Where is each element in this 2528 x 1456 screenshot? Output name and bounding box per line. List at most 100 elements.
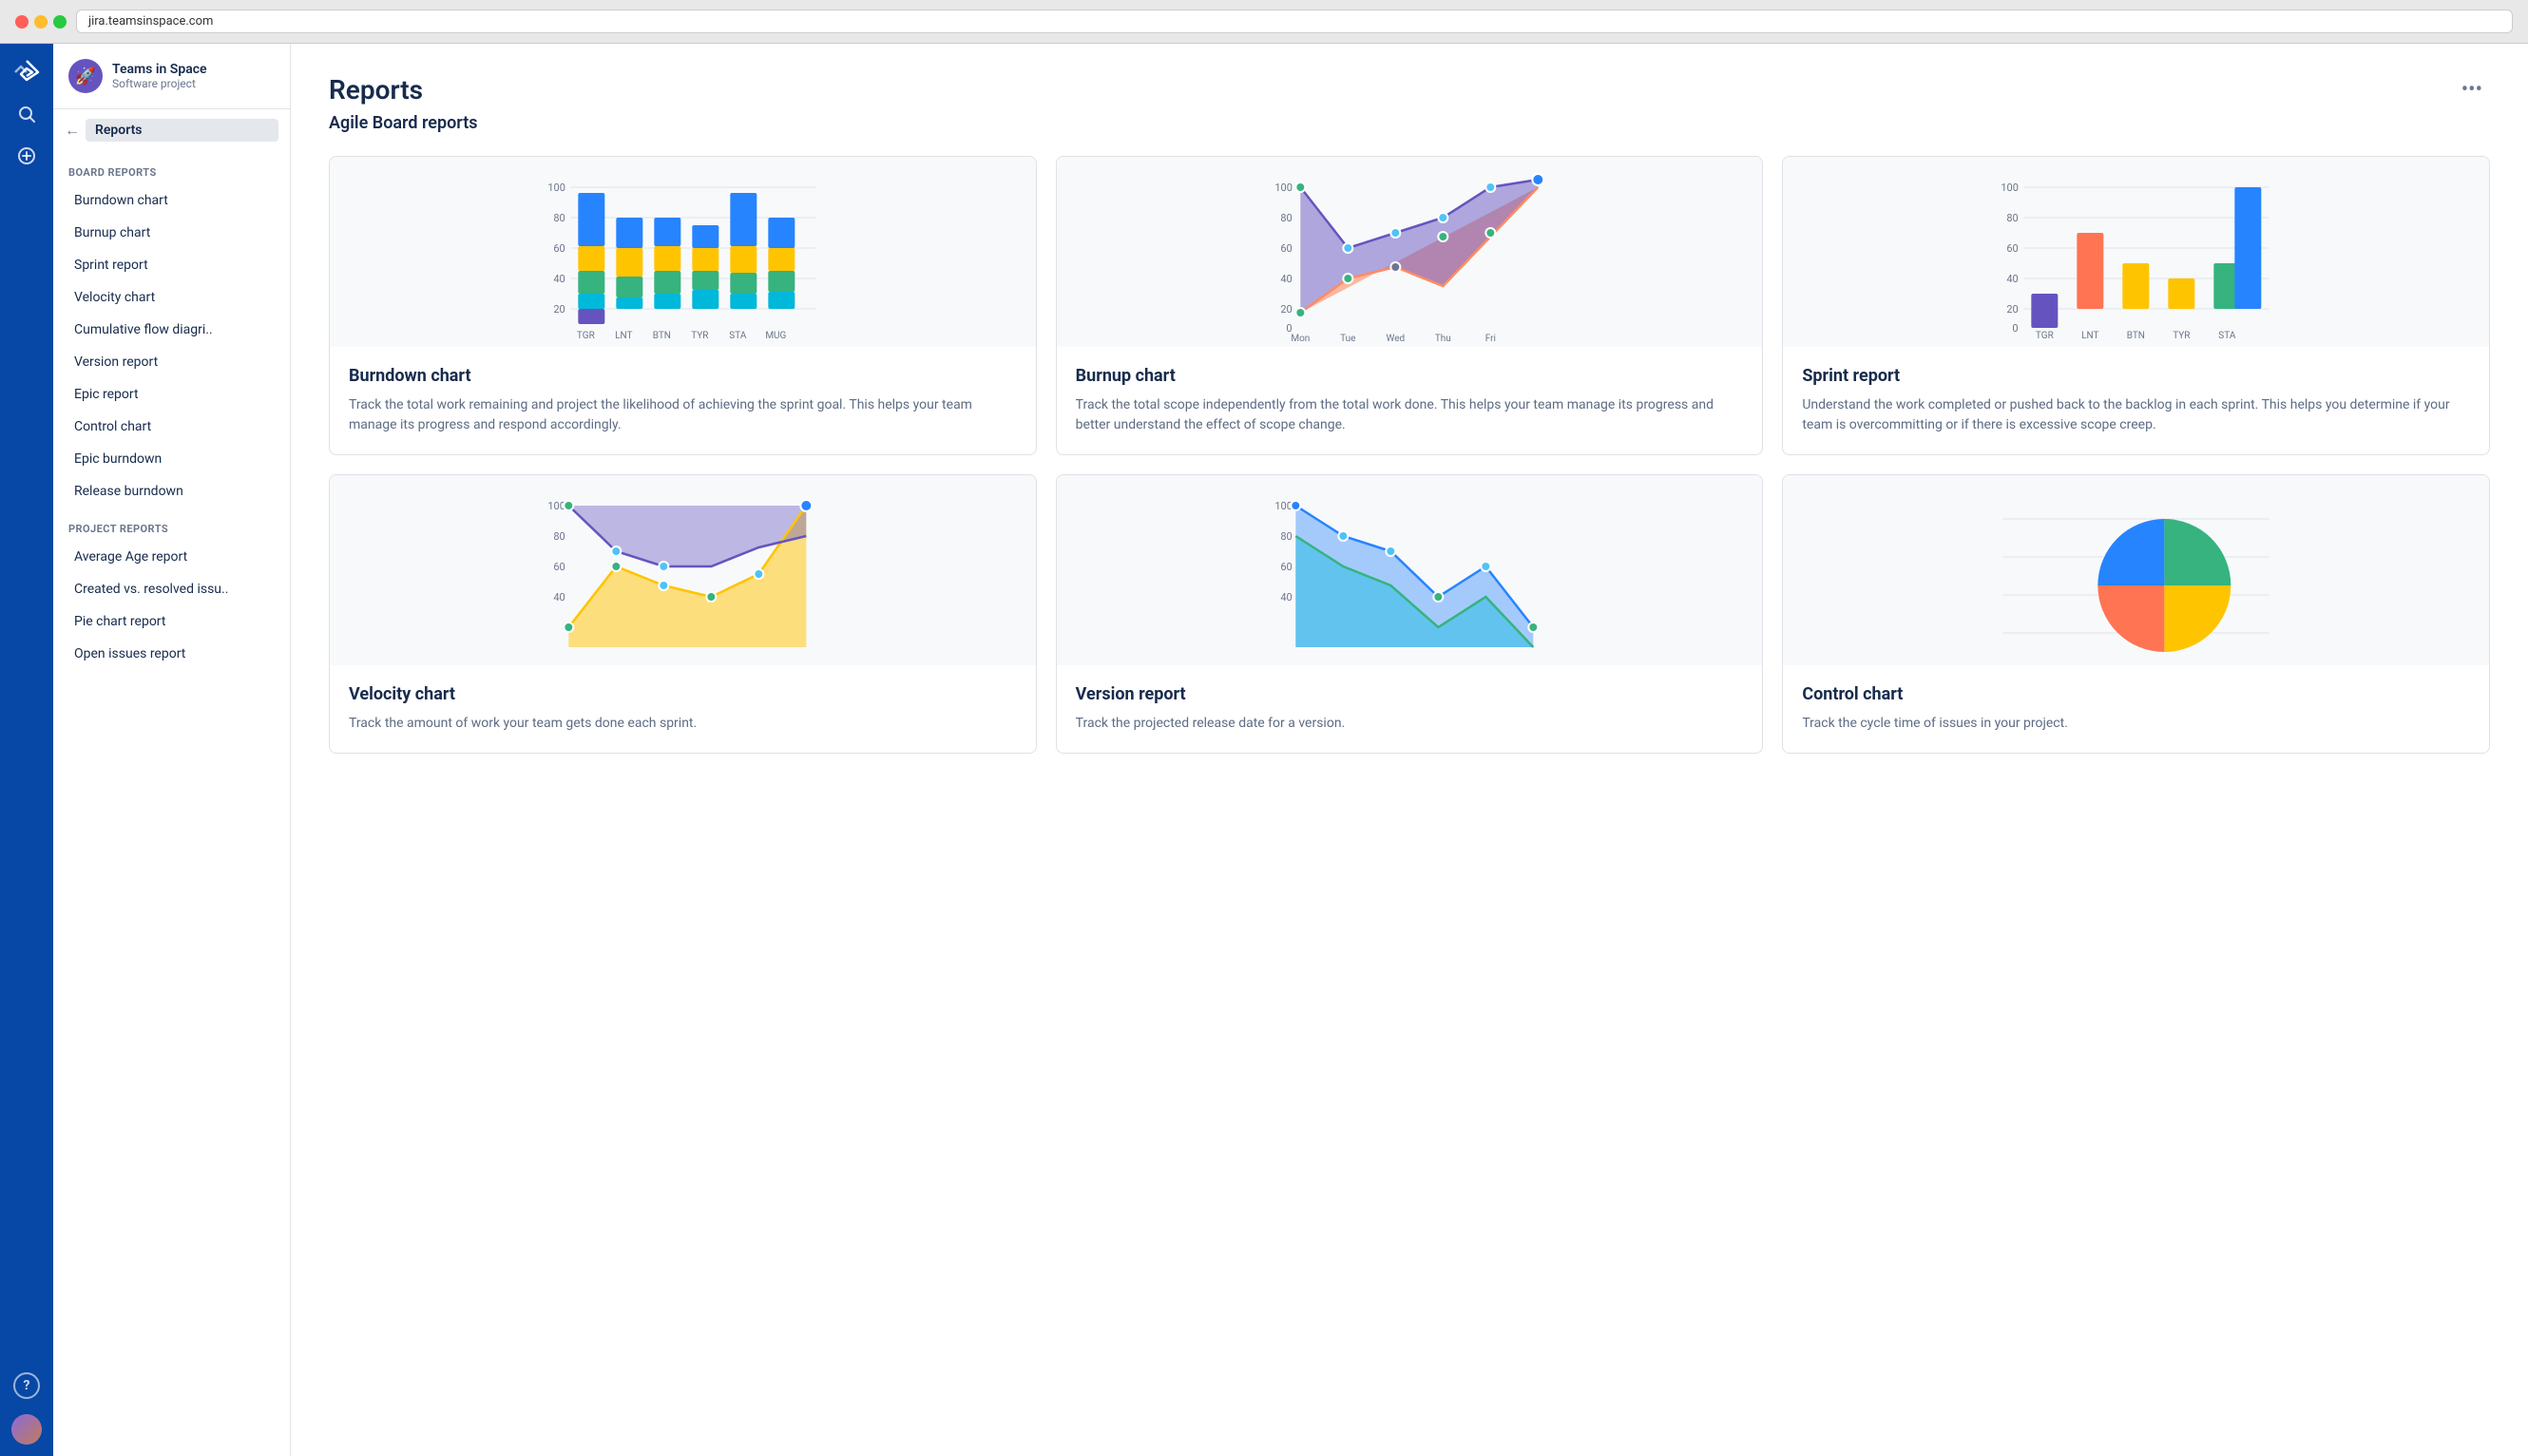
burnup-card-body: Burnup chart Track the total scope indep… — [1057, 347, 1763, 454]
velocity-desc: Track the amount of work your team gets … — [349, 714, 1017, 734]
svg-text:80: 80 — [2007, 212, 2019, 224]
project-info: Teams in Space Software project — [112, 62, 207, 90]
search-icon[interactable] — [10, 97, 44, 131]
svg-text:60: 60 — [2007, 242, 2019, 255]
browser-dots — [15, 15, 67, 29]
svg-text:40: 40 — [553, 273, 565, 285]
velocity-chart: 100 80 60 40 — [330, 475, 1036, 665]
page-header: Reports ••• — [329, 74, 2490, 105]
create-icon[interactable] — [10, 139, 44, 173]
velocity-card[interactable]: 100 80 60 40 — [329, 474, 1037, 754]
svg-text:STA: STA — [729, 331, 747, 341]
version-title: Version report — [1076, 684, 1744, 704]
section-title: Agile Board reports — [329, 113, 2490, 133]
help-icon[interactable]: ? — [13, 1372, 40, 1399]
svg-text:40: 40 — [1280, 591, 1292, 603]
sidebar-item-control[interactable]: Control chart — [59, 412, 284, 442]
sidebar-item-created-vs-resolved[interactable]: Created vs. resolved issu.. — [59, 574, 284, 604]
control-desc: Track the cycle time of issues in your p… — [1802, 714, 2470, 734]
project-type: Software project — [112, 77, 207, 90]
icon-rail: ? — [0, 44, 53, 1456]
svg-text:40: 40 — [2007, 273, 2019, 285]
sidebar-item-burndown[interactable]: Burndown chart — [59, 185, 284, 216]
control-card[interactable]: Control chart Track the cycle time of is… — [1782, 474, 2490, 754]
sidebar-item-sprint[interactable]: Sprint report — [59, 250, 284, 280]
burnup-chart: 100 80 60 40 20 0 — [1057, 157, 1763, 347]
burnup-title: Burnup chart — [1076, 366, 1744, 386]
sidebar-item-release-burndown[interactable]: Release burndown — [59, 476, 284, 507]
app-container: ? 🚀 Teams in Space Software project ← Re… — [0, 44, 2528, 1456]
svg-text:100: 100 — [547, 500, 565, 512]
svg-text:60: 60 — [553, 561, 565, 573]
sprint-card[interactable]: 100 80 60 40 20 0 — [1782, 156, 2490, 455]
project-avatar: 🚀 — [68, 59, 103, 93]
jira-logo[interactable] — [10, 55, 44, 89]
sidebar: 🚀 Teams in Space Software project ← Repo… — [53, 44, 291, 1456]
svg-text:Fri: Fri — [1484, 334, 1495, 343]
svg-text:60: 60 — [553, 242, 565, 255]
project-header: 🚀 Teams in Space Software project — [53, 44, 290, 109]
project-name: Teams in Space — [112, 62, 207, 77]
control-title: Control chart — [1802, 684, 2470, 704]
svg-text:100: 100 — [2001, 182, 2020, 194]
sidebar-item-velocity[interactable]: Velocity chart — [59, 282, 284, 313]
minimize-dot[interactable] — [34, 15, 48, 29]
sidebar-item-open-issues[interactable]: Open issues report — [59, 639, 284, 669]
svg-text:20: 20 — [553, 303, 565, 316]
svg-text:40: 40 — [553, 591, 565, 603]
user-avatar[interactable] — [11, 1414, 42, 1445]
sidebar-item-epic[interactable]: Epic report — [59, 379, 284, 410]
project-reports-label: PROJECT REPORTS — [53, 508, 290, 541]
version-chart: 100 80 60 40 — [1057, 475, 1763, 665]
svg-text:LNT: LNT — [2081, 331, 2098, 341]
version-card-body: Version report Track the projected relea… — [1057, 665, 1763, 753]
svg-text:TYR: TYR — [2174, 331, 2191, 341]
back-arrow-icon: ← — [65, 121, 80, 140]
svg-text:40: 40 — [1280, 273, 1292, 285]
burndown-chart: 100 80 60 40 20 — [330, 157, 1036, 347]
back-nav[interactable]: ← Reports — [53, 109, 290, 151]
sprint-title: Sprint report — [1802, 366, 2470, 386]
sidebar-item-burnup[interactable]: Burnup chart — [59, 218, 284, 248]
burndown-card[interactable]: 100 80 60 40 20 — [329, 156, 1037, 455]
svg-text:MUG: MUG — [765, 331, 786, 341]
page-title: Reports — [329, 74, 423, 105]
burnup-desc: Track the total scope independently from… — [1076, 395, 1744, 435]
browser-chrome: jira.teamsinspace.com — [0, 0, 2528, 44]
svg-text:Mon: Mon — [1291, 334, 1310, 343]
back-label: Reports — [86, 119, 278, 142]
svg-text:Thu: Thu — [1434, 334, 1450, 343]
burnup-card[interactable]: 100 80 60 40 20 0 — [1056, 156, 1764, 455]
burndown-desc: Track the total work remaining and proje… — [349, 395, 1017, 435]
version-card[interactable]: 100 80 60 40 — [1056, 474, 1764, 754]
board-reports-label: BOARD REPORTS — [53, 151, 290, 184]
svg-text:20: 20 — [1280, 303, 1292, 316]
svg-text:BTN: BTN — [2127, 331, 2145, 341]
svg-text:TYR: TYR — [691, 331, 708, 341]
close-dot[interactable] — [15, 15, 29, 29]
sidebar-item-version[interactable]: Version report — [59, 347, 284, 377]
sprint-desc: Understand the work completed or pushed … — [1802, 395, 2470, 435]
sidebar-item-pie-chart[interactable]: Pie chart report — [59, 606, 284, 637]
burndown-card-body: Burndown chart Track the total work rema… — [330, 347, 1036, 454]
velocity-title: Velocity chart — [349, 684, 1017, 704]
svg-text:100: 100 — [1274, 182, 1293, 194]
svg-text:20: 20 — [2007, 303, 2019, 316]
sidebar-item-epic-burndown[interactable]: Epic burndown — [59, 444, 284, 474]
maximize-dot[interactable] — [53, 15, 67, 29]
more-options-button[interactable]: ••• — [2454, 74, 2490, 105]
svg-text:100: 100 — [1274, 500, 1293, 512]
address-bar[interactable]: jira.teamsinspace.com — [76, 10, 2513, 33]
sidebar-item-average-age[interactable]: Average Age report — [59, 542, 284, 572]
velocity-card-body: Velocity chart Track the amount of work … — [330, 665, 1036, 753]
sidebar-item-cumulative[interactable]: Cumulative flow diagri.. — [59, 315, 284, 345]
sprint-card-body: Sprint report Understand the work comple… — [1783, 347, 2489, 454]
svg-text:60: 60 — [1280, 242, 1292, 255]
main-content: Reports ••• Agile Board reports 100 80 6… — [291, 44, 2528, 1456]
svg-text:BTN: BTN — [653, 331, 671, 341]
svg-text:Tue: Tue — [1340, 334, 1355, 343]
svg-text:TGR: TGR — [2036, 331, 2054, 341]
svg-text:100: 100 — [547, 182, 565, 194]
control-card-body: Control chart Track the cycle time of is… — [1783, 665, 2489, 753]
svg-text:0: 0 — [2013, 322, 2019, 335]
